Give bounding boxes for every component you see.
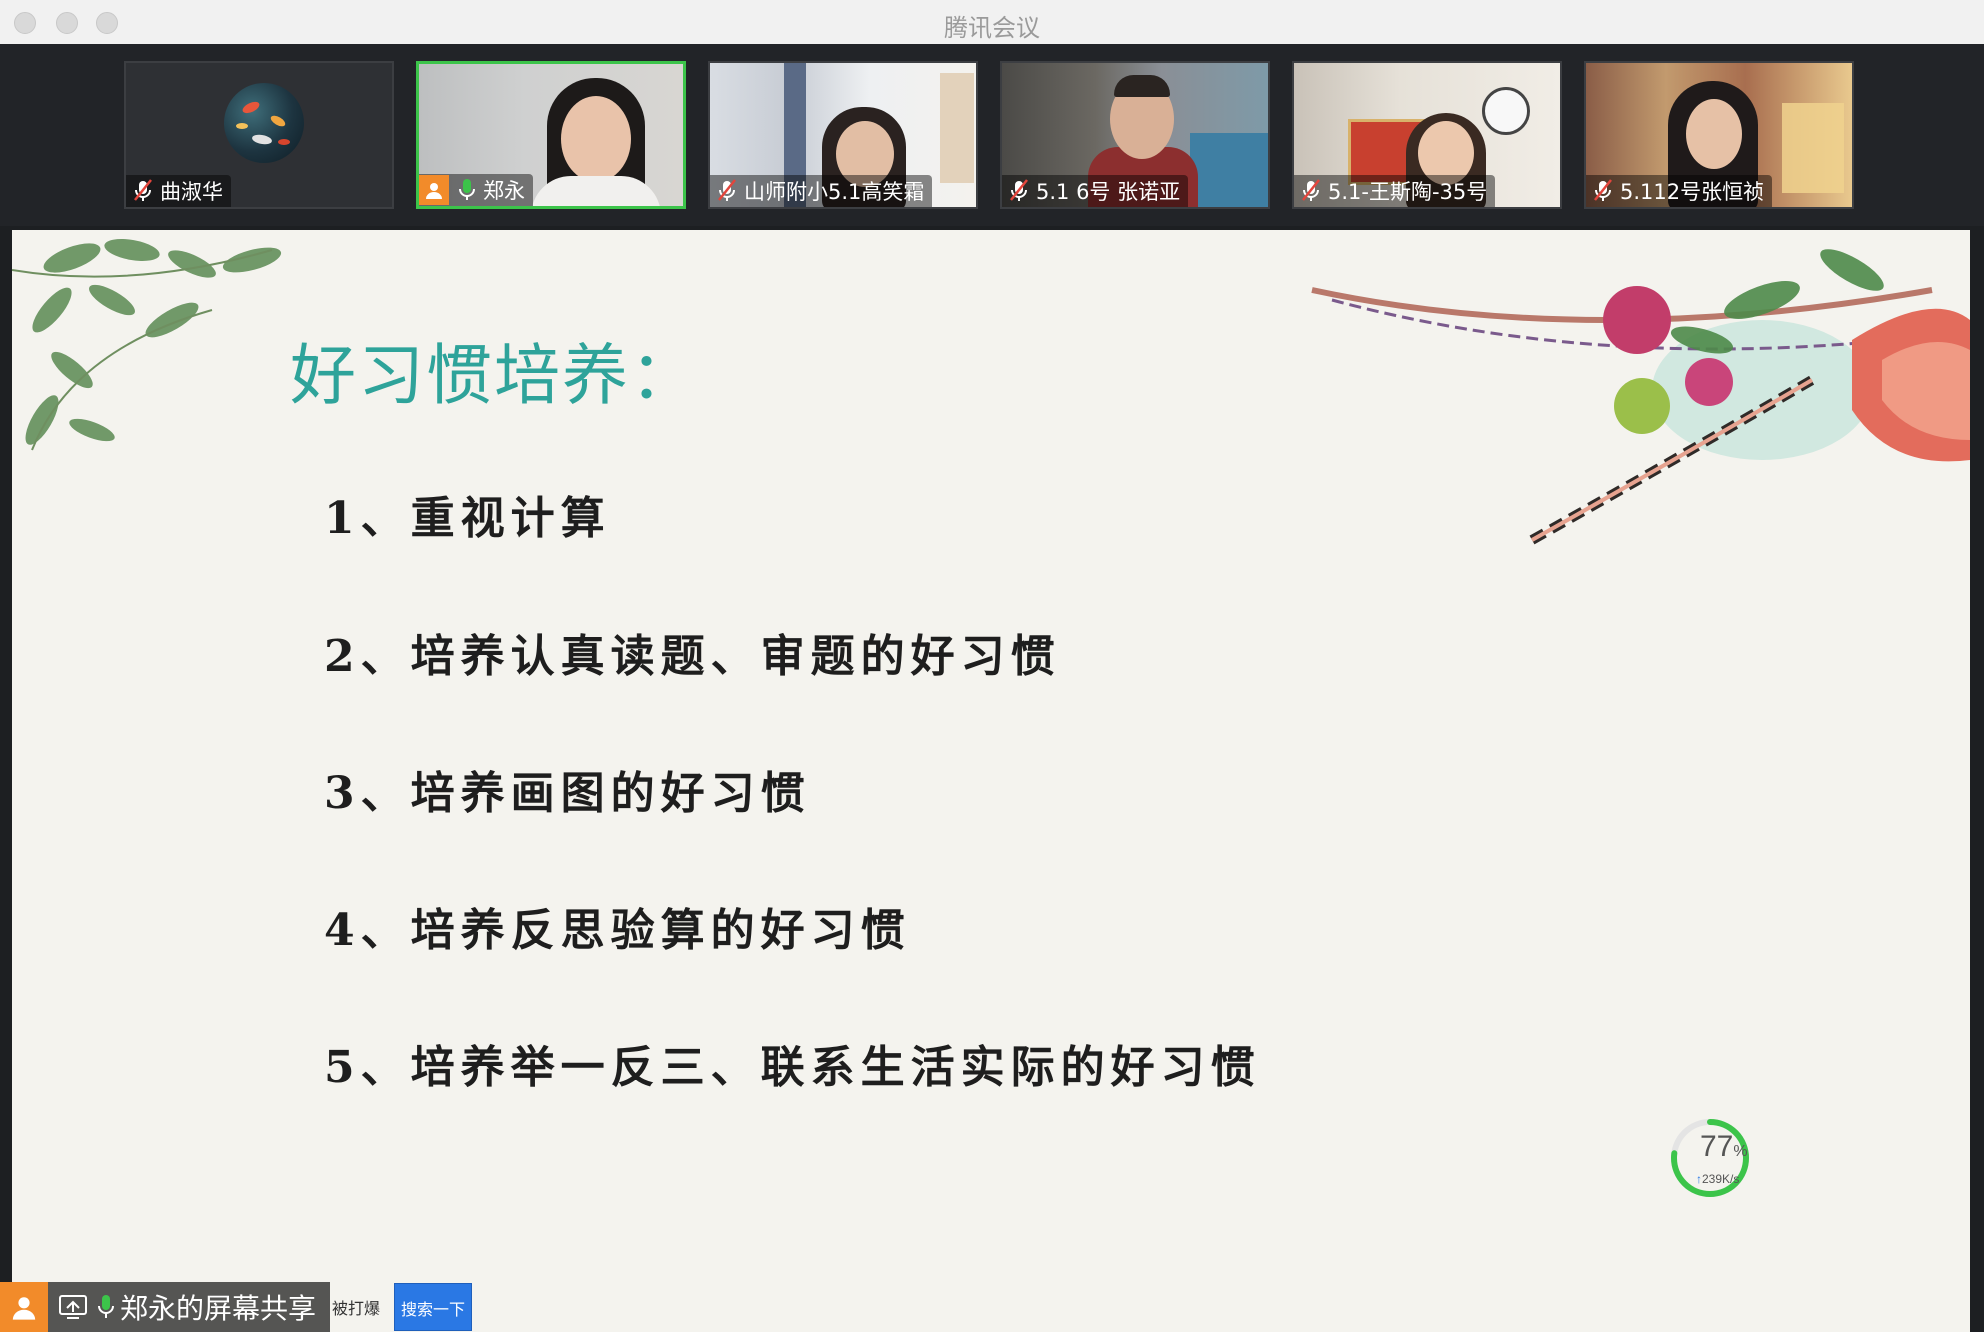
shared-screen-slide: 好习惯培养： 1、重视计算 2、培养认真读题、审题的好习惯 3、培养画图的好习惯…	[12, 230, 1970, 1332]
user-avatar-icon	[419, 175, 449, 205]
participant-tile-active[interactable]: 郑永	[416, 61, 686, 209]
background-partial-text: 被打爆	[332, 1299, 381, 1318]
participant-tile[interactable]: 5.1-王斯陶-35号	[1292, 61, 1562, 209]
slide-list-item: 5、培养举一反三、联系生活实际的好习惯	[324, 1042, 1261, 1093]
slide-list-item: 3、培养画图的好习惯	[324, 768, 811, 819]
upload-speed: ↑239K/s	[1696, 1172, 1740, 1186]
participant-tile[interactable]: 曲淑华	[124, 61, 394, 209]
slide-title: 好习惯培养：	[290, 337, 698, 414]
mic-muted-icon	[1594, 179, 1612, 201]
window-title: 腾讯会议	[944, 14, 1040, 42]
window-titlebar: 腾讯会议	[0, 0, 1984, 45]
mic-muted-icon	[1010, 179, 1028, 201]
slide-list-item: 4、培养反思验算的好习惯	[324, 905, 911, 956]
network-speed-widget[interactable]: 77% ↑239K/s	[1666, 1110, 1750, 1214]
participant-name: 郑永	[483, 179, 525, 203]
participant-name: 曲淑华	[160, 180, 223, 204]
mic-muted-icon	[134, 179, 152, 201]
participant-namebar: 郑永	[419, 174, 533, 206]
participant-namebar: 曲淑华	[126, 175, 231, 207]
flower-decoration	[1311, 249, 1970, 545]
screen-share-label: 郑永的屏幕共享	[120, 1292, 317, 1325]
mic-muted-icon	[718, 179, 736, 201]
search-button[interactable]: 搜索一下	[394, 1283, 473, 1331]
participant-namebar: 5.1 6号 张诺亚	[1002, 175, 1189, 207]
slide-list-item: 1、重视计算	[324, 493, 611, 544]
network-percent: 77%	[1700, 1130, 1748, 1163]
slide-list-item: 2、培养认真读题、审题的好习惯	[324, 631, 1061, 682]
participant-name: 5.1-王斯陶-35号	[1328, 180, 1488, 204]
participant-strip: 曲淑华 郑永 山师附小5.1高笑霜 5.1 6号 张诺亚 5.1-王斯陶-35号…	[0, 44, 1984, 226]
user-avatar-icon	[0, 1282, 48, 1332]
avatar	[224, 83, 304, 163]
participant-tile[interactable]: 山师附小5.1高笑霜	[708, 61, 978, 209]
participant-tile[interactable]: 5.1 6号 张诺亚	[1000, 61, 1270, 209]
participant-namebar: 5.112号张恒祯	[1586, 175, 1773, 207]
mic-active-icon	[459, 179, 475, 200]
participant-tile[interactable]: 5.112号张恒祯	[1584, 61, 1854, 209]
participant-namebar: 5.1-王斯陶-35号	[1294, 175, 1496, 207]
screen-share-banner[interactable]: 郑永的屏幕共享	[0, 1282, 331, 1332]
leaves-decoration	[12, 239, 282, 451]
participant-name: 5.112号张恒祯	[1620, 180, 1765, 204]
participant-name: 山师附小5.1高笑霜	[744, 180, 925, 204]
participant-namebar: 山师附小5.1高笑霜	[710, 175, 933, 207]
mic-active-icon	[98, 1295, 114, 1318]
participant-name: 5.1 6号 张诺亚	[1036, 180, 1181, 204]
screen-share-icon	[59, 1295, 87, 1319]
mic-muted-icon	[1302, 179, 1320, 201]
screen-share-bar: 郑永的屏幕共享 被打爆 搜索一下	[0, 1282, 473, 1332]
